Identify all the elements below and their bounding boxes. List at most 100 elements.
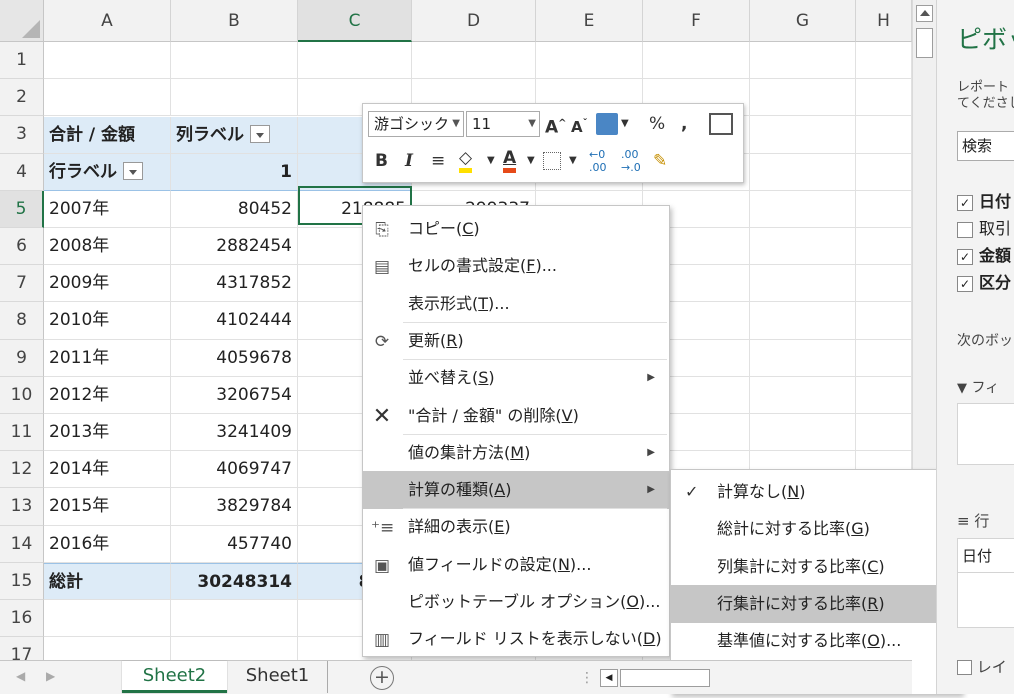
row-header-1[interactable]: 1	[0, 42, 44, 80]
cell-b17[interactable]	[171, 637, 298, 660]
context-menu-item[interactable]: 計算の種類(A) ▶	[363, 471, 669, 510]
cell-g2[interactable]	[750, 79, 856, 117]
align-center-icon[interactable]: ≡	[431, 148, 445, 174]
cell-g1[interactable]	[750, 42, 856, 80]
split-handle-icon[interactable]: ⋮	[580, 670, 594, 686]
pivot-value-header[interactable]: 合計 / 金額	[44, 117, 171, 154]
column-header-d[interactable]: D	[412, 0, 536, 42]
pivot-row-label[interactable]: 2010年	[44, 302, 171, 340]
cell-h5[interactable]	[856, 190, 912, 228]
cell-h8[interactable]	[856, 302, 912, 340]
cell-h3[interactable]	[856, 116, 912, 154]
chevron-down-icon[interactable]: ▼	[569, 148, 577, 174]
column-header-g[interactable]: G	[750, 0, 856, 42]
context-menu-item[interactable]: ピボットテーブル オプション(O)...	[363, 583, 669, 621]
horizontal-scrollbar[interactable]: ⋮ ◀	[580, 668, 912, 690]
row-header-4[interactable]: 4	[0, 153, 44, 191]
chevron-down-icon[interactable]: ▼	[527, 148, 535, 174]
row-header-8[interactable]: 8	[0, 302, 44, 340]
field-checkbox[interactable]: ✓ 日付	[957, 188, 1011, 212]
row-header-6[interactable]: 6	[0, 228, 44, 266]
pivot-value-b[interactable]: 80452	[171, 190, 298, 228]
cell-g6[interactable]	[750, 228, 856, 266]
cell-a17[interactable]	[44, 637, 171, 660]
row-header-11[interactable]: 11	[0, 414, 44, 452]
sheet-tab-sheet1[interactable]: Sheet1	[228, 661, 328, 693]
row-header-2[interactable]: 2	[0, 79, 44, 117]
pivot-value-b[interactable]: 4102444	[171, 302, 298, 340]
cell-g11[interactable]	[750, 414, 856, 452]
context-menu-item[interactable]: ⟳ 更新(R)	[363, 322, 669, 360]
field-search-input[interactable]: 検索	[957, 131, 1014, 161]
cell-h1[interactable]	[856, 42, 912, 80]
italic-button[interactable]: I	[405, 148, 413, 174]
merge-center-icon[interactable]	[709, 113, 733, 135]
rows-area-box[interactable]: 日付	[957, 538, 1014, 628]
pivot-row-label[interactable]: 2007年	[44, 190, 171, 228]
row-header-10[interactable]: 10	[0, 376, 44, 414]
pivot-row-label[interactable]: 2008年	[44, 228, 171, 266]
percent-style-button[interactable]: %	[649, 111, 665, 137]
row-header-14[interactable]: 14	[0, 525, 44, 563]
pivot-row-label[interactable]: 2013年	[44, 414, 171, 452]
column-header-e[interactable]: E	[536, 0, 643, 42]
cell-h6[interactable]	[856, 228, 912, 266]
pivot-value-b[interactable]: 4317852	[171, 265, 298, 303]
scroll-up-button[interactable]	[916, 5, 933, 22]
cell-g10[interactable]	[750, 376, 856, 414]
pivot-row-label[interactable]: 2009年	[44, 265, 171, 303]
cell-e1[interactable]	[536, 42, 643, 80]
context-menu-item[interactable]: 表示形式(T)...	[363, 285, 669, 323]
cell-a2[interactable]	[44, 79, 171, 117]
row-header-3[interactable]: 3	[0, 116, 44, 154]
decrease-font-icon[interactable]: Aˇ	[571, 111, 588, 140]
select-all-corner[interactable]	[0, 0, 44, 42]
context-menu-item[interactable]: ▣ 値フィールドの設定(N)...	[363, 546, 669, 584]
rows-area-item[interactable]: 日付	[958, 539, 1014, 573]
cell-g5[interactable]	[750, 190, 856, 228]
pivot-value-b[interactable]: 457740	[171, 525, 298, 563]
horizontal-scroll-thumb[interactable]	[620, 669, 710, 687]
pivot-value-b[interactable]: 4059678	[171, 339, 298, 377]
cell-c1[interactable]	[298, 42, 412, 80]
cell-g8[interactable]	[750, 302, 856, 340]
row-header-16[interactable]: 16	[0, 600, 44, 638]
context-menu-item[interactable]: ⎘ コピー(C)	[363, 210, 669, 248]
pivot-column-labels[interactable]: 列ラベル	[171, 117, 298, 154]
pivot-row-label[interactable]: 2014年	[44, 451, 171, 489]
submenu-item[interactable]: 総計に対する比率(G)	[671, 510, 961, 548]
next-sheet-icon[interactable]: ▶	[46, 669, 55, 683]
context-menu-item[interactable]: 値の集計方法(M) ▶	[363, 434, 669, 472]
pivot-row-label[interactable]: 2012年	[44, 376, 171, 414]
submenu-item[interactable]: 列集計に対する比率(C)	[671, 548, 961, 586]
field-checkbox[interactable]: 取引	[957, 215, 1011, 239]
scroll-left-icon[interactable]: ◀	[600, 669, 618, 687]
context-menu-item[interactable]: ▤ セルの書式設定(F)...	[363, 247, 669, 285]
defer-update-checkbox[interactable]: レイ	[957, 656, 1007, 677]
row-header-12[interactable]: 12	[0, 451, 44, 489]
cell-h11[interactable]	[856, 414, 912, 452]
font-color-icon[interactable]: A	[503, 148, 517, 173]
bold-button[interactable]: B	[375, 148, 388, 174]
row-header-9[interactable]: 9	[0, 339, 44, 377]
increase-decimal-icon[interactable]: ←0.00	[589, 148, 607, 174]
cell-h7[interactable]	[856, 265, 912, 303]
font-name-box[interactable]: 游ゴシック ▼	[368, 111, 464, 137]
pivot-total-b[interactable]: 30248314	[171, 562, 298, 600]
cell-g4[interactable]	[750, 153, 856, 191]
context-menu-item[interactable]: ✕ "合計 / 金額" の削除(V)	[363, 397, 669, 435]
pivot-value-b[interactable]: 3241409	[171, 414, 298, 452]
column-header-f[interactable]: F	[643, 0, 750, 42]
cell-h4[interactable]	[856, 153, 912, 191]
column-filter-dropdown[interactable]	[250, 125, 270, 143]
accounting-format-icon[interactable]	[596, 113, 618, 135]
sheet-tab-sheet2[interactable]: Sheet2	[122, 661, 227, 693]
add-sheet-icon[interactable]: +	[370, 666, 394, 690]
cell-g7[interactable]	[750, 265, 856, 303]
pivot-row-label[interactable]: 2015年	[44, 488, 171, 526]
cell-a1[interactable]	[44, 42, 171, 80]
pivot-row-label[interactable]: 2011年	[44, 339, 171, 377]
row-header-7[interactable]: 7	[0, 265, 44, 303]
format-painter-icon[interactable]: ✎	[653, 148, 667, 174]
row-header-13[interactable]: 13	[0, 488, 44, 526]
